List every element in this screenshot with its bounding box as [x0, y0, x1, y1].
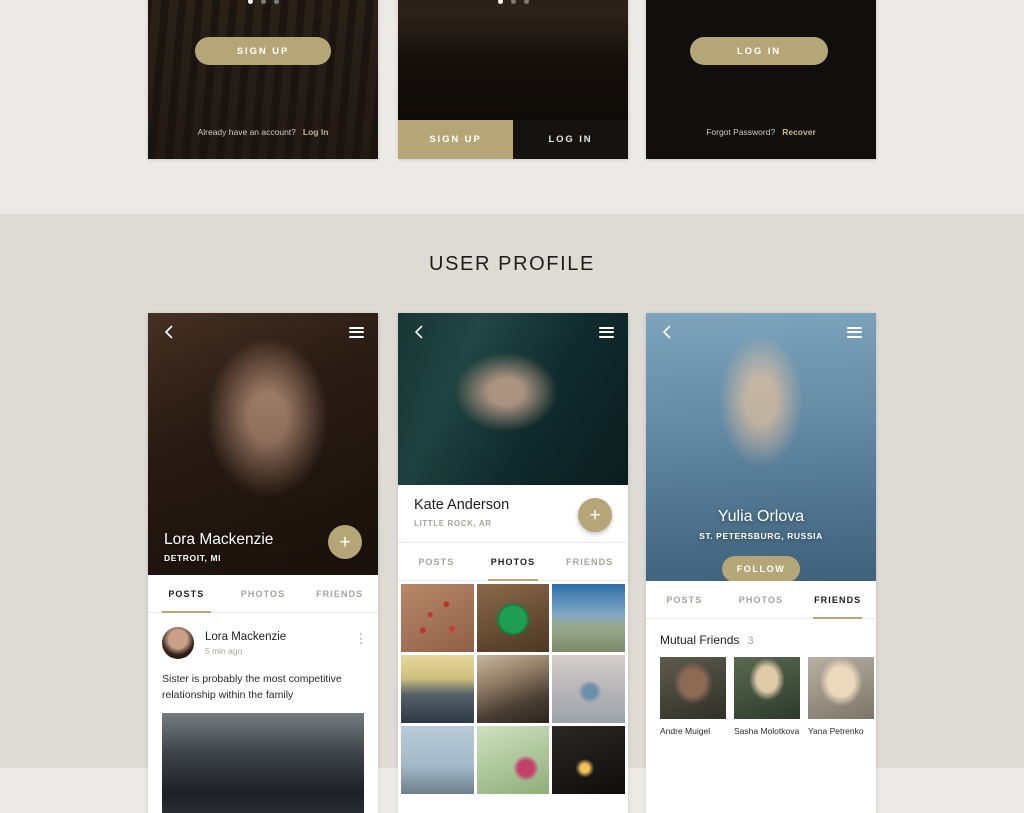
profile-topbar: [148, 313, 378, 351]
profile-location-yulia: ST. PETERSBURG, RUSSIA: [699, 531, 823, 541]
photo-thumbnail[interactable]: [476, 726, 550, 794]
hamburger-menu-icon[interactable]: [349, 326, 364, 338]
auth-screen-split: Sign up to discover amazing stories of a…: [398, 0, 628, 159]
login-button-split[interactable]: LOG IN: [513, 120, 628, 159]
photo-thumbnail[interactable]: [476, 584, 550, 652]
carousel-dots[interactable]: [148, 0, 378, 4]
avatar[interactable]: [162, 627, 194, 659]
mutual-friends-count: 3: [747, 635, 754, 647]
back-chevron-icon[interactable]: [162, 325, 176, 339]
carousel-dot-3[interactable]: [523, 0, 529, 4]
tab-photos[interactable]: PHOTOS: [475, 543, 552, 581]
profile-hero-photo: [398, 313, 628, 485]
carousel-dot-2[interactable]: [510, 0, 516, 4]
hamburger-menu-icon[interactable]: [847, 326, 862, 338]
auth-screen-signup: Sign up to discover amazing stories of a…: [148, 0, 378, 159]
carousel-dots-2[interactable]: [398, 0, 628, 4]
signup-button-split[interactable]: SIGN UP: [398, 120, 513, 159]
add-friend-fab[interactable]: +: [578, 498, 612, 532]
photo-thumbnail[interactable]: [552, 584, 625, 652]
profile-topbar: [398, 313, 628, 351]
photo-thumbnail[interactable]: [401, 584, 474, 652]
auth-split-bar: SIGN UP LOG IN: [398, 120, 628, 159]
add-friend-fab[interactable]: +: [328, 525, 362, 559]
profile-topbar: [646, 313, 876, 351]
tab-friends[interactable]: FRIENDS: [799, 581, 876, 619]
profile-location: LITTLE ROCK, AR: [414, 519, 492, 528]
profile-tabs: POSTS PHOTOS FRIENDS: [646, 581, 876, 619]
tab-photos[interactable]: PHOTOS: [225, 575, 302, 612]
friend-item[interactable]: Andre Muigel: [660, 657, 726, 736]
tab-friends[interactable]: FRIENDS: [301, 575, 378, 612]
post-header: Lora Mackenzie 5 min ago: [148, 613, 378, 659]
carousel-dot-1[interactable]: [247, 0, 253, 4]
mutual-friends-header: Mutual Friends 3: [646, 619, 876, 657]
profile-card-lora: Lora Mackenzie DETROIT, MI + POSTS PHOTO…: [148, 313, 378, 813]
auth-screen-login: LOG IN Forgot Password? Recover: [646, 0, 876, 159]
friend-name: Sasha Molotkova: [734, 726, 800, 736]
tab-photos[interactable]: PHOTOS: [723, 581, 800, 618]
tab-posts[interactable]: POSTS: [398, 543, 475, 580]
friend-photo[interactable]: [808, 657, 874, 719]
tab-posts[interactable]: POSTS: [148, 575, 225, 613]
friend-name: Yana Petrenko: [808, 726, 864, 736]
photo-thumbnail[interactable]: [552, 655, 625, 723]
post-meta: Lora Mackenzie 5 min ago: [205, 631, 286, 656]
signup-button[interactable]: SIGN UP: [195, 37, 331, 65]
forgot-password-prompt: Forgot Password? Recover: [646, 127, 876, 137]
photo-thumbnail[interactable]: [552, 726, 625, 794]
mutual-friends-title: Mutual Friends: [660, 633, 740, 647]
forgot-password-text: Forgot Password?: [706, 127, 776, 137]
back-chevron-icon[interactable]: [660, 325, 674, 339]
tab-posts[interactable]: POSTS: [646, 581, 723, 618]
photo-thumbnail[interactable]: [476, 655, 550, 723]
post-author: Lora Mackenzie: [205, 630, 287, 643]
profile-location: DETROIT, MI: [164, 553, 222, 563]
login-prompt-text: Already have an account?: [197, 127, 296, 137]
profile-tabs: POSTS PHOTOS FRIENDS: [148, 575, 378, 613]
post-options-icon[interactable]: [360, 633, 362, 644]
profile-name-yulia: Yulia Orlova: [717, 508, 805, 525]
follow-button[interactable]: FOLLOW: [722, 556, 800, 582]
photo-thumbnail[interactable]: [401, 726, 474, 794]
photo-grid: [398, 581, 628, 797]
carousel-dot-3[interactable]: [273, 0, 279, 4]
carousel-dot-1[interactable]: [497, 0, 503, 4]
friend-photo[interactable]: [734, 657, 800, 719]
friend-photo[interactable]: [660, 657, 726, 719]
profile-name: Lora Mackenzie: [164, 531, 274, 548]
profile-name: Kate Anderson: [414, 497, 510, 513]
friend-item[interactable]: Sasha Molotkova: [734, 657, 800, 736]
friend-name: Andre Muigel: [660, 726, 711, 736]
friend-item[interactable]: Yana Petrenko: [808, 657, 874, 736]
mutual-friends-list: Andre Muigel Sasha Molotkova Yana Petren…: [646, 657, 876, 736]
login-button[interactable]: LOG IN: [690, 37, 828, 65]
login-prompt: Already have an account? Log In: [148, 127, 378, 137]
post-timestamp: 5 min ago: [205, 645, 243, 656]
profile-tabs: POSTS PHOTOS FRIENDS: [398, 543, 628, 581]
back-chevron-icon[interactable]: [412, 325, 426, 339]
post-photo[interactable]: [162, 713, 364, 813]
profile-card-yulia: FOLLOW POSTS PHOTOS FRIENDS Mutual Frien…: [646, 313, 876, 813]
page-title: USER PROFILE: [429, 253, 595, 275]
recover-link[interactable]: Recover: [782, 127, 816, 137]
photo-thumbnail[interactable]: [401, 655, 474, 723]
post-text: Sister is probably the most competitive …: [162, 673, 342, 701]
tab-friends[interactable]: FRIENDS: [551, 543, 628, 580]
profile-card-kate: Kate Anderson LITTLE ROCK, AR + POSTS PH…: [398, 313, 628, 813]
hamburger-menu-icon[interactable]: [599, 326, 614, 338]
carousel-dot-2[interactable]: [260, 0, 266, 4]
login-link[interactable]: Log In: [303, 127, 329, 137]
